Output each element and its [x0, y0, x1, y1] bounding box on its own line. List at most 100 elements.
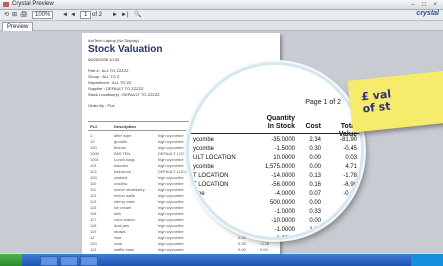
cell-quantity: -1.5000 [274, 146, 295, 152]
window-controls[interactable]: – □ × [411, 1, 440, 10]
cell-description: wooden [114, 163, 129, 168]
cell-cost: 0.13 [309, 173, 321, 179]
cell-location: high wycombe [158, 205, 184, 210]
cell-location: high wycombe [158, 181, 184, 186]
cell-pl: 118 [90, 223, 97, 228]
cell-cost: 0.07 [309, 191, 321, 197]
cell-cost: 0.00 [309, 155, 321, 161]
cell-quantity: -14.0000 [271, 173, 295, 179]
taskbar [0, 254, 443, 266]
col-pl: PL# [90, 124, 98, 129]
search-icon[interactable]: 🔍 [134, 11, 141, 19]
cell-description: custard [114, 175, 128, 180]
cell-pl: 117 [90, 217, 97, 222]
cell-location: be [193, 218, 200, 224]
col-quantity: Quantity In Stock [239, 115, 295, 131]
cell-cost: 0.00 [309, 200, 321, 206]
cell-location: high wycombe [158, 193, 184, 198]
cell-description: bathroom [114, 169, 131, 174]
zoom-select[interactable]: 100% [32, 11, 54, 19]
cell-total: -0.25 [260, 241, 270, 246]
cell-location: high wycombe [158, 229, 184, 234]
cell-total-value: 1.50 [345, 200, 357, 206]
cell-cost: 0.16 [309, 182, 321, 188]
cell-cost: 0.00 [238, 247, 246, 252]
tab-strip: Preview [0, 21, 443, 31]
cell-pl: 1 [90, 133, 93, 138]
cell-description: waffle bake [114, 247, 135, 252]
company-name: AmTech Laptop (No Display) [88, 38, 139, 43]
filter-line: Department : ALL TO ZZ [88, 80, 132, 85]
cell-pl: 1001 [90, 157, 99, 162]
cell-quantity: -1.0000 [274, 209, 295, 215]
cell-cost: 0.30 [309, 146, 321, 152]
cell-total-value: -0.45 [343, 146, 357, 152]
cell-description: melon walls [114, 193, 135, 198]
cell-total-value: -81.90 [339, 137, 357, 143]
cell-description: dual jars [114, 223, 130, 228]
cell-pl: 113 [90, 199, 97, 204]
cell-pl: 119 [90, 229, 97, 234]
cell-location: T LOCATION [193, 182, 229, 188]
cell-quantity: 10.0000 [273, 155, 295, 161]
table-row: 121 waffle bake high wycombe 0.00 0.00 [88, 247, 274, 252]
cell-cost: 0.33 [309, 209, 321, 215]
cell-location: high wycombe [158, 235, 184, 240]
cell-pl: 111 [90, 187, 97, 192]
cell-location: high wycombe [158, 157, 184, 162]
taskbar-item[interactable] [80, 256, 98, 266]
cell-location: high wycombe [158, 247, 184, 252]
toolbar: ⟲ ⊞ 🖨 100% ◄ ◄ 1 of 2 ► ►| 🔍 [0, 10, 443, 21]
cell-quantity: -1.0000 [274, 227, 295, 233]
last-page-icon[interactable]: ►| [121, 11, 129, 19]
system-tray [411, 254, 443, 266]
cell-description: B59 TEN [114, 151, 131, 156]
cell-total-value: -0.26 [343, 191, 357, 197]
cell-description: milk [114, 211, 122, 216]
cell-quantity: 1,575.0000 [264, 164, 295, 170]
magnifier-lens: Page 1 of 2 Quantity In Stock Cost Total… [186, 62, 364, 240]
cell-location: ycombe [193, 137, 215, 143]
cell-location: high wycombe [158, 217, 184, 222]
cell-total-value: -0.00 [343, 218, 357, 224]
cell-pl: 121 [90, 247, 97, 252]
cell-quantity: -56.0000 [271, 182, 295, 188]
cell-quantity: -4.0000 [274, 191, 295, 197]
cell-location: be [193, 209, 200, 215]
filter-line: Stock Location(s) : DEFAULT TO ZZZZZ [88, 92, 160, 97]
cell-location: high wycombe [158, 175, 184, 180]
crystal-preview-window: Crystal Preview – □ × ⟲ ⊞ 🖨 100% ◄ ◄ 1 o… [0, 0, 443, 266]
cell-location: high wycombe [158, 145, 184, 150]
first-page-icon[interactable]: ◄ [62, 11, 68, 19]
cell-quantity: 500.0000 [269, 200, 295, 206]
prev-page-icon[interactable]: ◄ [70, 11, 76, 19]
cell-location: high wycombe [158, 211, 184, 216]
cell-description: cradina [114, 181, 128, 186]
cell-location: ycombe [193, 164, 215, 170]
cell-description: Lunch bags [114, 157, 135, 162]
title-bar: Crystal Preview – □ × [0, 0, 443, 10]
next-page-icon[interactable]: ► [112, 11, 118, 19]
start-button[interactable] [0, 254, 22, 266]
cell-location: high wycombe [158, 241, 184, 246]
refresh-icon[interactable]: ⟲ [4, 11, 9, 19]
app-icon [3, 2, 9, 7]
crystal-logo: crystal [416, 10, 439, 17]
col-quantity-line2: In Stock [267, 123, 295, 130]
export-icon[interactable]: ⊞ [12, 11, 17, 19]
cell-cost: 0.25 [238, 241, 246, 246]
cell-pl: 12 [90, 235, 95, 240]
cell-description: wine [114, 241, 123, 246]
sticky-note-line: of st [361, 99, 392, 116]
page-number-input[interactable]: 1 [80, 11, 92, 19]
taskbar-item[interactable] [40, 256, 58, 266]
cell-quantity: -10.0000 [271, 218, 295, 224]
tab-preview[interactable]: Preview [2, 22, 34, 31]
cell-pl: 103 [90, 175, 97, 180]
taskbar-item[interactable] [60, 256, 78, 266]
page-count: of 2 [92, 12, 103, 18]
cell-location: high wycombe [158, 139, 184, 144]
cell-location: mbe [193, 191, 205, 197]
print-icon[interactable]: 🖨 [20, 11, 28, 19]
cell-cost: 2.34 [309, 137, 321, 143]
